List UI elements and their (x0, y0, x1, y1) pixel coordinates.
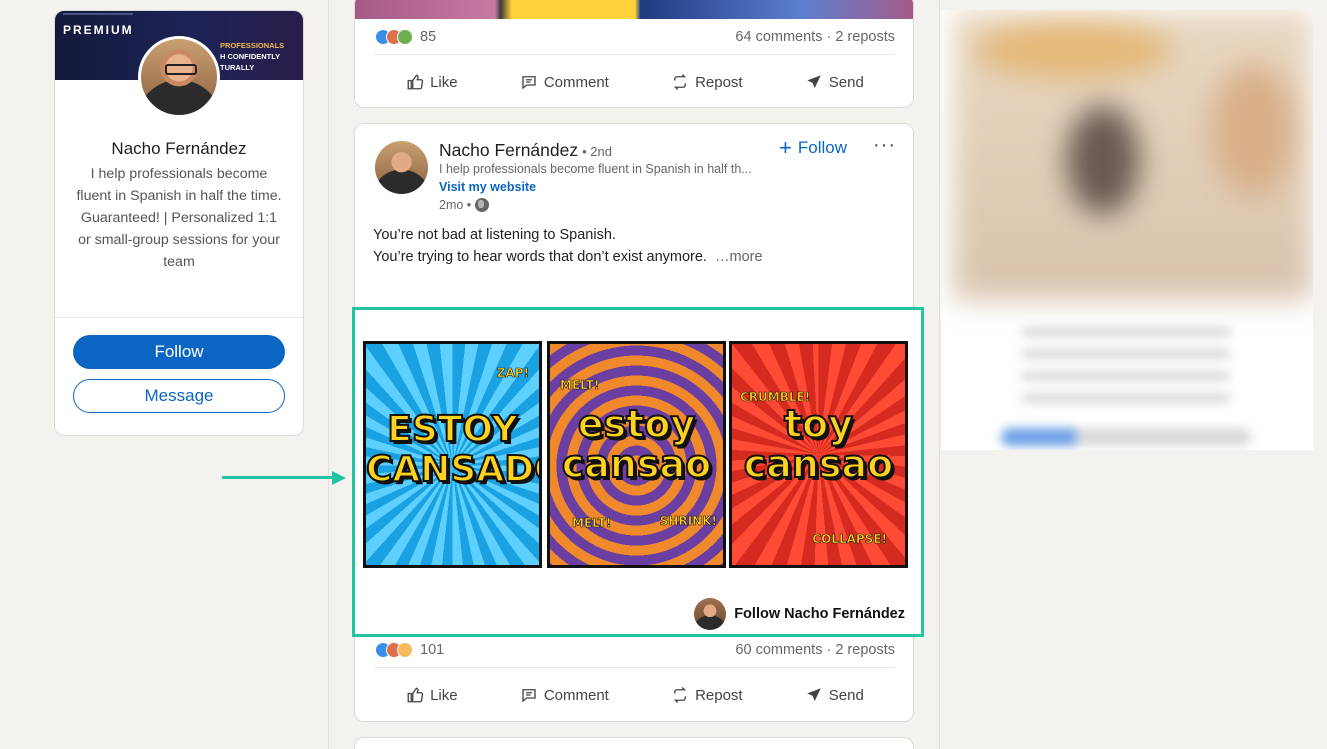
ad-text-blurred (1021, 315, 1231, 415)
more-options-icon[interactable]: ··· (873, 134, 896, 157)
like-button[interactable]: Like (398, 680, 466, 710)
banner-text-line: TURALLY (220, 63, 255, 72)
repost-icon (673, 687, 687, 703)
send-label: Send (828, 686, 864, 704)
divider (375, 667, 895, 668)
plus-icon: + (779, 135, 792, 160)
author-name-row[interactable]: Nacho Fernández • 2nd (439, 140, 612, 161)
reactions-summary[interactable]: 85 (375, 29, 436, 45)
annotation-arrow-head (332, 471, 346, 485)
comic-tag: MELT! (560, 378, 600, 393)
repost-button[interactable]: Repost (663, 680, 751, 710)
like-label: Like (430, 73, 458, 91)
post-image-carousel[interactable]: ZAP! ESTOY CANSADO MELT! estoy cansao ME… (352, 307, 924, 637)
post-image[interactable] (355, 0, 913, 19)
author-avatar-small (694, 598, 727, 630)
comic-tag: ZAP! (496, 366, 529, 381)
send-button[interactable]: Send (797, 67, 872, 97)
comment-button[interactable]: Comment (512, 67, 617, 97)
thumbs-up-icon (407, 687, 424, 703)
post-text-line-2: You’re trying to hear words that don’t e… (373, 249, 707, 265)
connection-degree: • 2nd (582, 144, 612, 159)
profile-name[interactable]: Nacho Fernández (55, 139, 303, 159)
profile-message-button[interactable]: Message (73, 379, 285, 413)
profile-avatar[interactable] (138, 36, 220, 118)
comments-reposts-count[interactable]: 60 comments · 2 reposts (735, 642, 895, 658)
divider (375, 54, 895, 55)
media-follow-label: Follow Nacho Fernández (734, 606, 905, 622)
comic-tag: MELT! (572, 516, 612, 531)
author-name[interactable]: Nacho Fernández (439, 140, 578, 160)
divider (55, 317, 303, 318)
comic-panel-text: ESTOY CANSADO (366, 409, 539, 491)
repost-label: Repost (695, 686, 743, 704)
author-headline: I help professionals become fluent in Sp… (439, 162, 752, 176)
social-counts: 101 60 comments · 2 reposts (375, 640, 895, 660)
repost-button[interactable]: Repost (663, 67, 751, 97)
repost-label: Repost (695, 73, 743, 91)
previous-post: 85 64 comments · 2 reposts Like Comment … (354, 0, 914, 108)
author-avatar[interactable] (375, 141, 428, 194)
comic-panel: CRUMBLE! toy cansao COLLAPSE! (729, 341, 908, 568)
annotation-arrow (222, 476, 338, 479)
profile-bio: I help professionals become fluent in Sp… (76, 166, 282, 270)
post-body: You’re not bad at listening to Spanish. … (373, 224, 893, 268)
reaction-icons (375, 29, 413, 45)
reaction-icons (375, 642, 413, 658)
comic-panel: MELT! estoy cansao MELT! SHRINK! (547, 341, 726, 568)
ad-image (953, 10, 1313, 300)
social-counts: 85 64 comments · 2 reposts (375, 27, 895, 47)
comment-label: Comment (543, 686, 609, 704)
banner-premium-label: PREMIUM (63, 23, 134, 37)
visit-website-link[interactable]: Visit my website (439, 180, 536, 194)
comic-panel-text: toy cansao (743, 402, 895, 486)
repost-icon (673, 74, 687, 90)
post-action-bar: Like Comment Repost Send (375, 64, 895, 100)
post-text-line: You’re not bad at listening to Spanish. (373, 227, 616, 243)
post-text-line: You’re trying to hear words that don’t e… (373, 246, 893, 268)
follow-label: Follow (797, 138, 847, 157)
like-label: Like (430, 686, 458, 704)
comment-button[interactable]: Comment (512, 680, 617, 710)
post-timestamp: 2mo • (439, 198, 490, 212)
send-icon (807, 75, 821, 88)
profile-card: PREMIUM PROFESSIONALS H CONFIDENTLY TURA… (54, 10, 304, 436)
next-post (354, 737, 914, 749)
send-button[interactable]: Send (797, 680, 872, 710)
send-icon (807, 688, 821, 701)
feed-post: Nacho Fernández • 2nd I help professional… (352, 123, 924, 722)
ad-cta-button[interactable] (1001, 428, 1251, 446)
post-action-bar: Like Comment Repost Send (375, 677, 895, 713)
post-time-text: 2mo • (439, 198, 472, 212)
media-follow-cta[interactable]: Follow Nacho Fernández (694, 598, 905, 630)
thumbs-up-icon (407, 74, 424, 90)
comment-icon (522, 76, 536, 90)
like-button[interactable]: Like (398, 67, 466, 97)
comic-tag: COLLAPSE! (812, 532, 887, 547)
comic-panel-text: estoy cansao (561, 402, 713, 486)
comic-panel: ZAP! ESTOY CANSADO (363, 341, 542, 568)
reactions-count: 85 (420, 29, 437, 45)
reactions-count: 101 (420, 642, 445, 658)
banner-decoration (63, 13, 133, 15)
profile-follow-button[interactable]: Follow (73, 335, 285, 369)
see-more-link[interactable]: …more (715, 249, 763, 265)
comment-icon (522, 689, 536, 703)
send-label: Send (828, 73, 864, 91)
sidebar-ad[interactable] (941, 10, 1313, 450)
comment-label: Comment (543, 73, 609, 91)
comic-tag: SHRINK! (659, 514, 717, 529)
follow-button[interactable]: + Follow (779, 135, 847, 160)
reactions-summary[interactable]: 101 (375, 642, 444, 658)
globe-icon (475, 198, 490, 212)
comments-reposts-count[interactable]: 64 comments · 2 reposts (735, 29, 895, 45)
